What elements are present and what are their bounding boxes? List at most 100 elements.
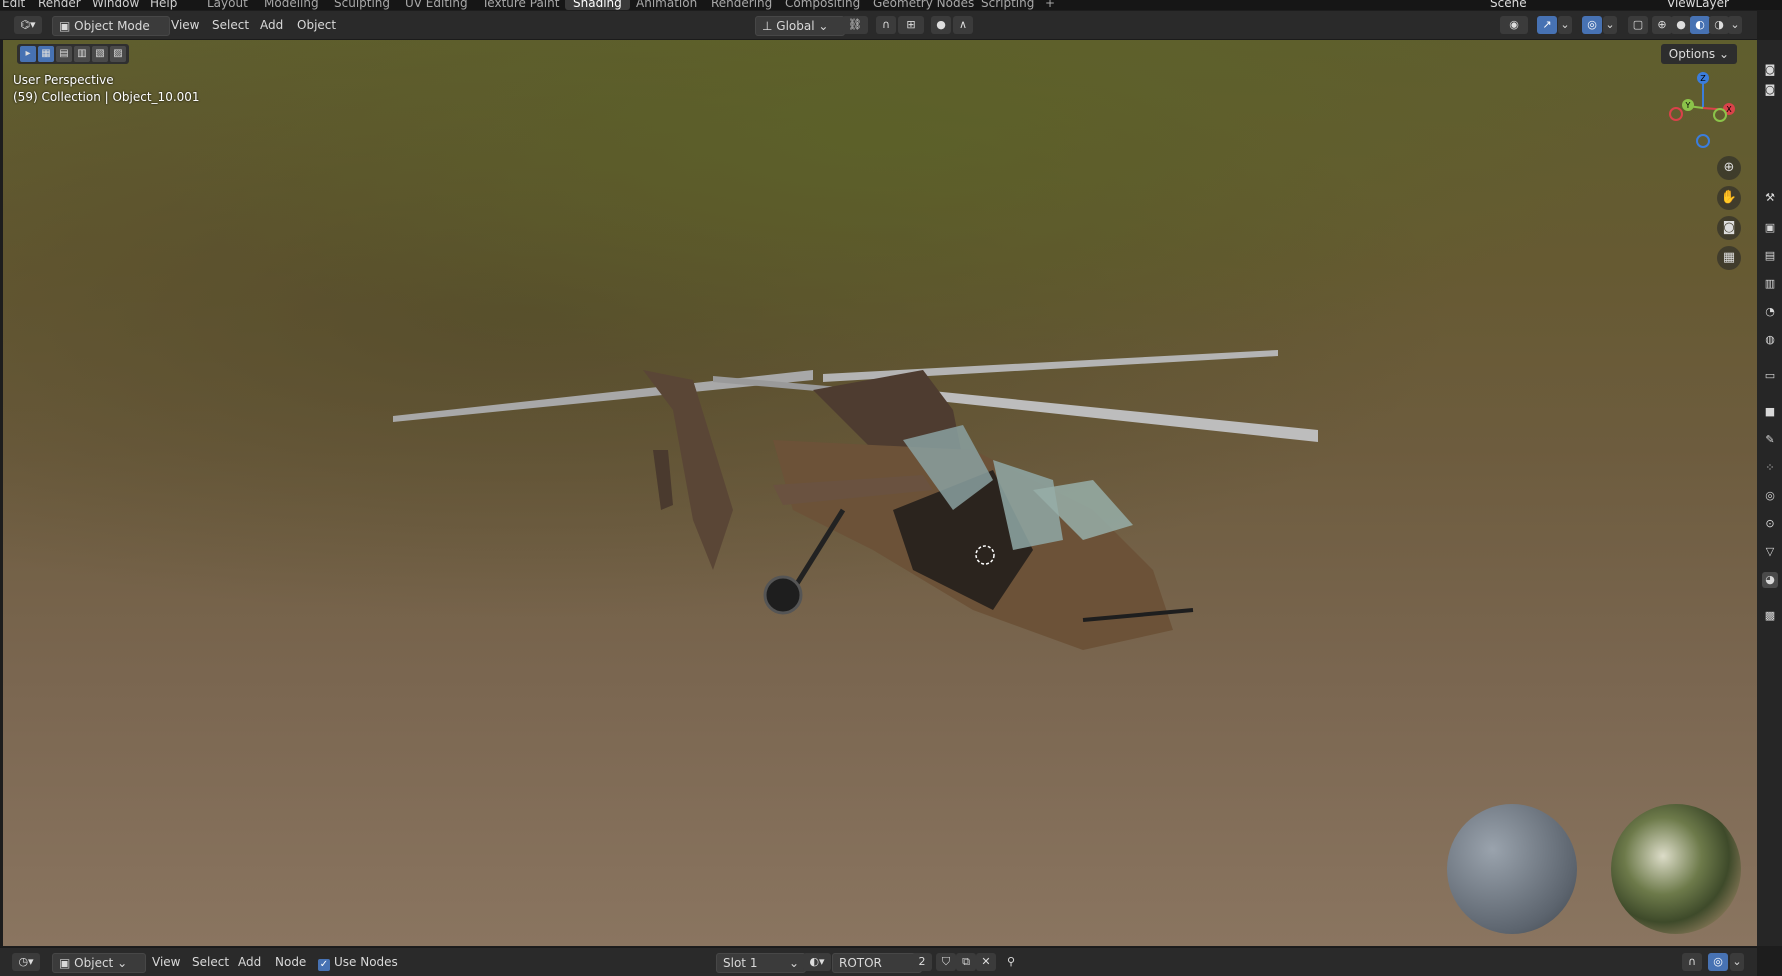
mode-dropdown[interactable]: ▣ Object Mode ⌄ bbox=[52, 16, 170, 51]
menu-add[interactable]: Add bbox=[260, 16, 283, 34]
pivot-point-button[interactable]: ⛓ bbox=[842, 16, 868, 34]
material-name-field[interactable]: ROTOR bbox=[832, 953, 922, 973]
select-box-tool-icon[interactable]: ▸ bbox=[20, 46, 36, 62]
tail-fin bbox=[653, 450, 673, 510]
shading-wireframe-button[interactable]: ⊕ bbox=[1652, 16, 1672, 34]
output-icon[interactable]: ▤ bbox=[1762, 248, 1778, 264]
tab-layout[interactable]: Layout bbox=[207, 0, 248, 10]
camera-icon[interactable]: ◙ bbox=[1762, 62, 1778, 78]
menu-view[interactable]: View bbox=[152, 953, 180, 971]
overlays-dropdown[interactable]: ⌄ bbox=[1730, 953, 1744, 971]
use-nodes-toggle[interactable]: ✓ Use Nodes bbox=[318, 953, 398, 971]
neg-z-axis-handle[interactable] bbox=[1696, 134, 1710, 148]
select-invert-icon[interactable]: ▧ bbox=[92, 46, 108, 62]
duplicate-material-button[interactable]: ⧉ bbox=[956, 953, 976, 971]
tab-uv-editing[interactable]: UV Editing bbox=[405, 0, 468, 10]
visibility-dropdown[interactable]: ◉ bbox=[1500, 16, 1528, 34]
menu-select[interactable]: Select bbox=[192, 953, 229, 971]
navigation-gizmo[interactable]: Z Y X bbox=[1663, 68, 1743, 158]
tab-texture-paint[interactable]: Texture Paint bbox=[482, 0, 559, 10]
3d-viewport[interactable]: ▸ ▦ ▤ ▥ ▧ ▨ User Perspective (59) Collec… bbox=[3, 40, 1757, 946]
view-layer-selector[interactable]: ViewLayer bbox=[1667, 0, 1729, 10]
tab-animation[interactable]: Animation bbox=[636, 0, 697, 10]
user-count-badge[interactable]: 2 bbox=[912, 953, 932, 971]
tab-shading[interactable]: Shading bbox=[565, 0, 630, 10]
shading-rendered-button[interactable]: ◑ bbox=[1709, 16, 1729, 34]
view-layer-icon[interactable]: ▥ bbox=[1762, 276, 1778, 292]
menu-object[interactable]: Object bbox=[297, 16, 336, 34]
editor-type-button[interactable]: ⌬▾ bbox=[14, 16, 42, 34]
add-workspace-button[interactable]: + bbox=[1045, 0, 1055, 10]
snap-toggle[interactable]: ∩ bbox=[876, 16, 896, 34]
material-icon[interactable]: ◕ bbox=[1762, 572, 1778, 588]
tab-scripting[interactable]: Scripting bbox=[981, 0, 1034, 10]
constraints-icon[interactable]: ⊙ bbox=[1762, 516, 1778, 532]
tool-icon[interactable]: ⚒ bbox=[1762, 190, 1778, 206]
tab-rendering[interactable]: Rendering bbox=[711, 0, 772, 10]
menu-view[interactable]: View bbox=[171, 16, 199, 34]
particles-icon[interactable]: ⁘ bbox=[1762, 460, 1778, 476]
overlays-dropdown[interactable]: ⌄ bbox=[1603, 16, 1617, 34]
world-icon[interactable]: ◍ bbox=[1762, 332, 1778, 348]
overlays-icon: ◎ bbox=[1587, 18, 1597, 31]
shading-dropdown[interactable]: ⌄ bbox=[1728, 16, 1742, 34]
editor-type-button[interactable]: ◷▾ bbox=[12, 953, 40, 971]
object-data-icon[interactable]: ▽ bbox=[1762, 544, 1778, 560]
menu-select[interactable]: Select bbox=[212, 16, 249, 34]
object-icon[interactable]: ■ bbox=[1762, 404, 1778, 420]
menu-edit[interactable]: Edit bbox=[2, 0, 25, 10]
browse-material-button[interactable]: ◐▾ bbox=[803, 953, 831, 971]
shading-material-button[interactable]: ◐ bbox=[1690, 16, 1710, 34]
overlays-toggle[interactable]: ◎ bbox=[1582, 16, 1602, 34]
material-slot-dropdown[interactable]: Slot 1 ⌄ bbox=[716, 953, 806, 973]
shader-type-dropdown[interactable]: ▣ Object ⌄ bbox=[52, 953, 146, 973]
camera-alt-icon[interactable]: ◙ bbox=[1762, 82, 1778, 98]
menu-help[interactable]: Help bbox=[150, 0, 177, 10]
scene-selector[interactable]: Scene bbox=[1490, 0, 1527, 10]
transform-orientation-dropdown[interactable]: ⊥ Global ⌄ bbox=[755, 16, 845, 36]
texture-icon[interactable]: ▩ bbox=[1762, 608, 1778, 624]
tab-compositing[interactable]: Compositing bbox=[785, 0, 860, 10]
physics-icon[interactable]: ◎ bbox=[1762, 488, 1778, 504]
ortho-toggle-tool[interactable]: ▦ bbox=[1717, 246, 1741, 270]
snap-toggle[interactable]: ∩ bbox=[1682, 953, 1702, 971]
scene-icon[interactable]: ◔ bbox=[1762, 304, 1778, 320]
select-intersect-icon[interactable]: ▨ bbox=[110, 46, 126, 62]
menu-window[interactable]: Window bbox=[92, 0, 139, 10]
select-extend-icon[interactable]: ▤ bbox=[56, 46, 72, 62]
use-nodes-label: Use Nodes bbox=[334, 955, 398, 969]
render-icon[interactable]: ▣ bbox=[1762, 220, 1778, 236]
unlink-material-button[interactable]: ✕ bbox=[976, 953, 996, 971]
camera-view-tool[interactable]: ◙ bbox=[1717, 216, 1741, 240]
gizmo-dropdown[interactable]: ⌄ bbox=[1558, 16, 1572, 34]
zoom-tool[interactable]: ⊕ bbox=[1717, 156, 1741, 180]
options-dropdown[interactable]: Options ⌄ bbox=[1660, 44, 1737, 64]
xray-toggle[interactable]: ▢ bbox=[1628, 16, 1648, 34]
menu-add[interactable]: Add bbox=[238, 953, 261, 971]
fake-user-button[interactable]: ⛉ bbox=[936, 953, 956, 971]
close-icon: ✕ bbox=[981, 955, 991, 968]
menu-node[interactable]: Node bbox=[275, 953, 306, 971]
pin-button[interactable]: ⚲ bbox=[1001, 953, 1021, 971]
pin-icon: ⚲ bbox=[1006, 955, 1016, 968]
gizmo-toggle[interactable]: ↗ bbox=[1537, 16, 1557, 34]
select-new-icon[interactable]: ▦ bbox=[38, 46, 54, 62]
falloff-button[interactable]: ∧ bbox=[953, 16, 973, 34]
hdri-preview-sphere bbox=[1611, 804, 1741, 934]
snap-target-button[interactable]: ⊞ bbox=[898, 16, 924, 34]
shield-icon: ⛉ bbox=[941, 955, 951, 968]
tab-modeling[interactable]: Modeling bbox=[264, 0, 319, 10]
proportional-edit-toggle[interactable]: ● bbox=[931, 16, 951, 34]
select-subtract-icon[interactable]: ▥ bbox=[74, 46, 90, 62]
neg-y-axis-handle[interactable] bbox=[1713, 108, 1727, 122]
shading-solid-button[interactable]: ● bbox=[1671, 16, 1691, 34]
tab-geometry-nodes[interactable]: Geometry Nodes bbox=[873, 0, 974, 10]
tab-sculpting[interactable]: Sculpting bbox=[334, 0, 390, 10]
modifier-wrench-icon[interactable]: ✎ bbox=[1762, 432, 1778, 448]
overlays-toggle[interactable]: ◎ bbox=[1708, 953, 1728, 971]
collection-icon[interactable]: ▭ bbox=[1762, 368, 1778, 384]
menu-render[interactable]: Render bbox=[38, 0, 81, 10]
neg-x-axis-handle[interactable] bbox=[1669, 107, 1683, 121]
pan-tool[interactable]: ✋ bbox=[1717, 186, 1741, 210]
helicopter-model[interactable] bbox=[393, 310, 1343, 730]
